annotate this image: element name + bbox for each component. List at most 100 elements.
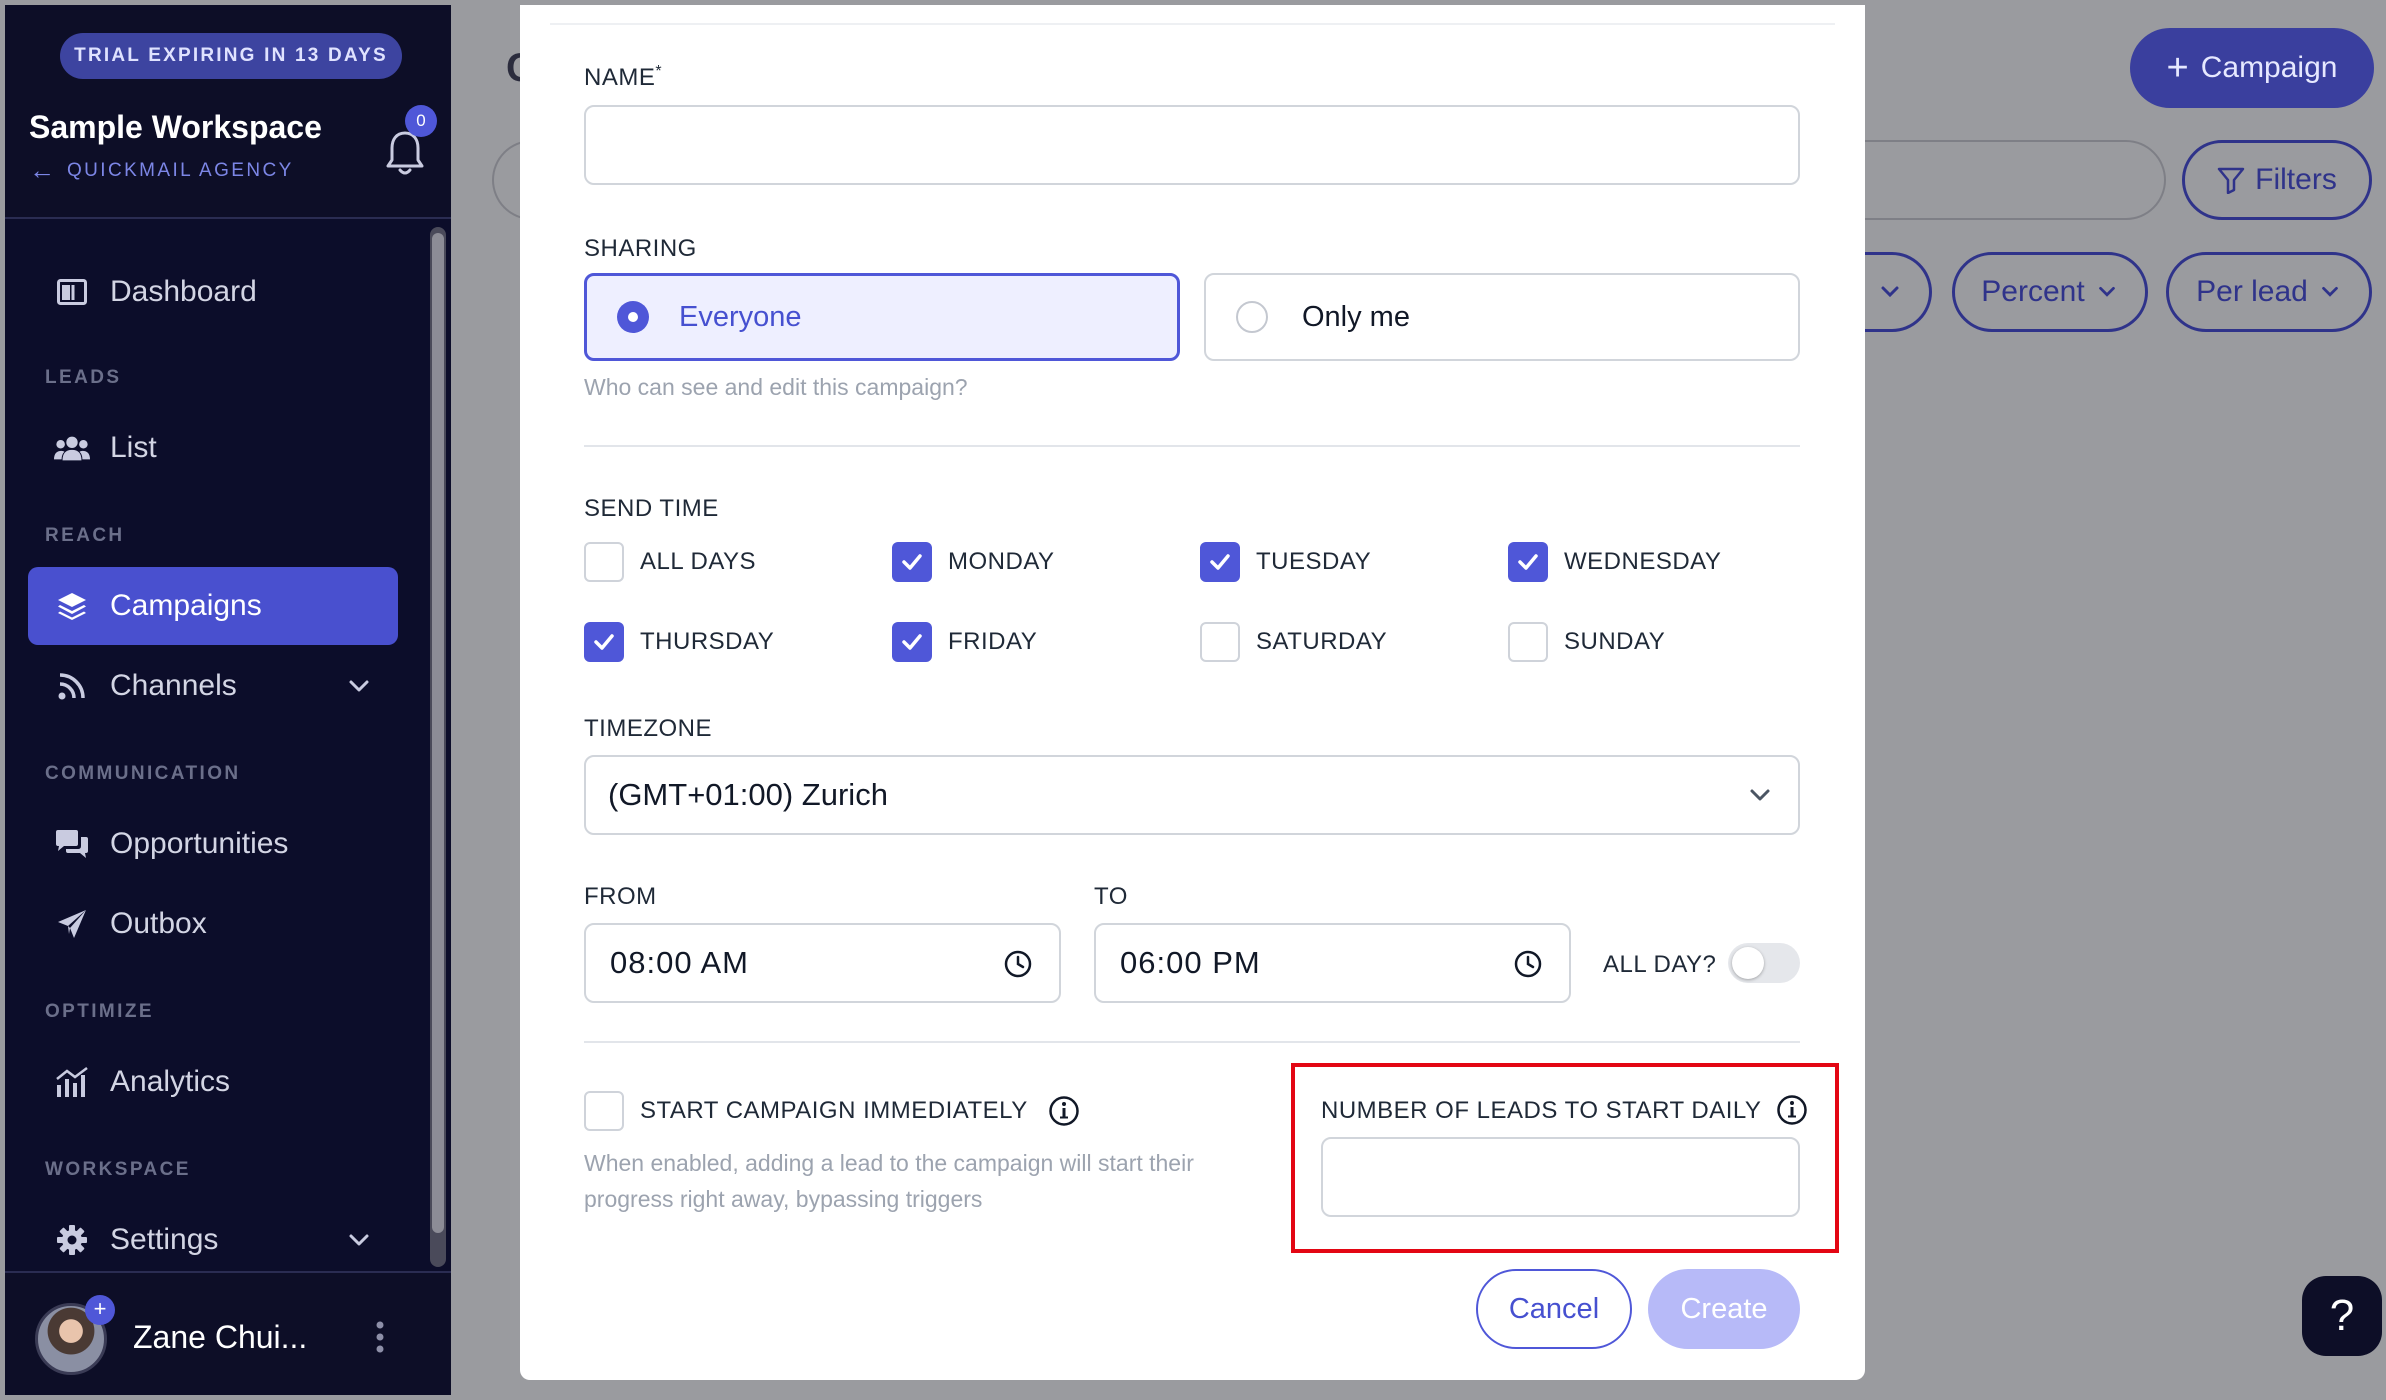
timezone-label: TIMEZONE (584, 715, 712, 742)
filters-button[interactable]: Filters (2182, 140, 2372, 220)
sidebar-item-outbox[interactable]: Outbox (28, 885, 398, 963)
nav-section-optimize: OPTIMIZE (45, 1001, 154, 1022)
checkbox-checked-icon (1200, 542, 1240, 582)
new-campaign-modal: NAME* SHARING Everyone Only me Who can s… (520, 5, 1865, 1380)
sidebar-item-label: Opportunities (110, 827, 289, 860)
campaign-name-input[interactable] (584, 105, 1800, 185)
sidebar-item-label: Channels (110, 669, 237, 702)
from-time-input[interactable]: 08:00 AM (584, 923, 1061, 1003)
to-time-value: 06:00 PM (1120, 945, 1261, 980)
sharing-option-only-me[interactable]: Only me (1204, 273, 1800, 361)
sidebar-item-label: Outbox (110, 907, 207, 940)
info-icon[interactable] (1048, 1095, 1080, 1127)
section-divider (584, 1041, 1800, 1043)
day-label: TUESDAY (1256, 548, 1372, 575)
leads-per-day-input[interactable] (1321, 1137, 1800, 1217)
checkbox-unchecked-icon (584, 542, 624, 582)
sharing-option-everyone[interactable]: Everyone (584, 273, 1180, 361)
day-label: MONDAY (948, 548, 1055, 575)
day-checkbox-monday[interactable]: MONDAY (892, 542, 1055, 582)
toggle-knob (1732, 947, 1764, 979)
checkbox-checked-icon (892, 542, 932, 582)
section-divider (584, 445, 1800, 447)
sidebar-scrollbar[interactable] (430, 227, 446, 1267)
day-checkbox-all-days[interactable]: ALL DAYS (584, 542, 756, 582)
chat-bubbles-icon (54, 826, 90, 862)
day-checkbox-wednesday[interactable]: WEDNESDAY (1508, 542, 1721, 582)
add-campaign-label: Campaign (2200, 51, 2338, 84)
chevron-down-icon (2322, 286, 2338, 297)
per-lead-button[interactable]: Per lead (2166, 252, 2372, 332)
day-checkbox-tuesday[interactable]: TUESDAY (1200, 542, 1371, 582)
chevron-down-icon (1750, 789, 1770, 801)
timezone-value: (GMT+01:00) Zurich (608, 777, 888, 812)
sidebar-scrollbar-thumb[interactable] (432, 233, 444, 1233)
chevron-down-icon[interactable] (344, 671, 374, 701)
user-name: Zane Chui... (133, 1319, 308, 1355)
checkbox-unchecked-icon (1200, 622, 1240, 662)
sidebar-item-label: Campaigns (110, 589, 262, 622)
from-time-value: 08:00 AM (610, 945, 749, 980)
info-icon[interactable] (1776, 1094, 1808, 1126)
trial-badge[interactable]: TRIAL EXPIRING IN 13 DAYS (60, 33, 402, 79)
filter-icon (2217, 167, 2245, 194)
chevron-down-icon[interactable] (344, 1225, 374, 1255)
sharing-option-label: Everyone (679, 300, 802, 333)
day-checkbox-sunday[interactable]: SUNDAY (1508, 622, 1665, 662)
checkbox-checked-icon (1508, 542, 1548, 582)
chevron-down-icon (1881, 286, 1898, 298)
sharing-option-label: Only me (1302, 300, 1410, 333)
sidebar-item-label: Settings (110, 1223, 219, 1256)
cancel-button[interactable]: Cancel (1476, 1269, 1632, 1349)
hint-line: When enabled, adding a lead to the campa… (584, 1150, 1194, 1176)
help-button[interactable]: ? (2302, 1276, 2382, 1356)
sidebar-item-label: Analytics (110, 1065, 231, 1098)
sidebar-item-analytics[interactable]: Analytics (28, 1043, 398, 1121)
send-time-label: SEND TIME (584, 495, 719, 522)
arrow-left-icon: ← (29, 155, 55, 185)
start-immediately-hint: When enabled, adding a lead to the campa… (584, 1145, 1194, 1217)
sidebar-item-settings[interactable]: Settings (28, 1201, 398, 1279)
clock-icon[interactable] (1003, 949, 1033, 979)
day-label: SATURDAY (1256, 628, 1388, 655)
day-label: SUNDAY (1564, 628, 1666, 655)
sidebar-item-list[interactable]: List (28, 409, 398, 487)
sidebar-item-opportunities[interactable]: Opportunities (28, 805, 398, 883)
leads-daily-label: NUMBER OF LEADS TO START DAILY (1321, 1097, 1762, 1124)
percent-button[interactable]: Percent (1952, 252, 2148, 332)
all-day-toggle[interactable] (1728, 943, 1800, 983)
sidebar-item-dashboard[interactable]: Dashboard (28, 253, 398, 331)
sidebar-item-channels[interactable]: Channels (28, 647, 398, 725)
checkbox-unchecked-icon (584, 1091, 624, 1131)
clock-icon[interactable] (1513, 949, 1543, 979)
percent-label: Percent (1981, 275, 2085, 308)
timezone-select[interactable]: (GMT+01:00) Zurich (584, 755, 1800, 835)
nav-section-leads: LEADS (45, 367, 122, 388)
per-lead-label: Per lead (2196, 275, 2308, 308)
checkbox-checked-icon (584, 622, 624, 662)
paper-plane-icon (54, 906, 90, 942)
day-checkbox-friday[interactable]: FRIDAY (892, 622, 1037, 662)
create-button[interactable]: Create (1648, 1269, 1800, 1349)
start-immediately-checkbox[interactable]: START CAMPAIGN IMMEDIATELY (584, 1091, 1080, 1131)
day-label: FRIDAY (948, 628, 1038, 655)
filters-label: Filters (2255, 163, 2337, 196)
day-checkbox-thursday[interactable]: THURSDAY (584, 622, 774, 662)
modal-header-divider (550, 23, 1835, 25)
layers-icon (54, 588, 90, 624)
sidebar-item-campaigns[interactable]: Campaigns (28, 567, 398, 645)
sidebar-item-label: Dashboard (110, 275, 257, 308)
user-profile-bar[interactable]: + Zane Chui... (5, 1271, 451, 1395)
nav-section-reach: REACH (45, 525, 125, 546)
day-checkbox-saturday[interactable]: SATURDAY (1200, 622, 1387, 662)
checkbox-checked-icon (892, 622, 932, 662)
more-vertical-icon[interactable] (373, 1319, 387, 1355)
add-campaign-button[interactable]: + Campaign (2130, 28, 2374, 108)
users-icon (54, 430, 90, 466)
sharing-hint: Who can see and edit this campaign? (584, 374, 968, 400)
name-label: NAME* (584, 63, 663, 91)
to-time-input[interactable]: 06:00 PM (1094, 923, 1571, 1003)
required-mark: * (655, 63, 663, 80)
agency-back-link[interactable]: ← QUICKMAIL AGENCY (29, 155, 294, 186)
avatar-add-button[interactable]: + (85, 1295, 115, 1325)
